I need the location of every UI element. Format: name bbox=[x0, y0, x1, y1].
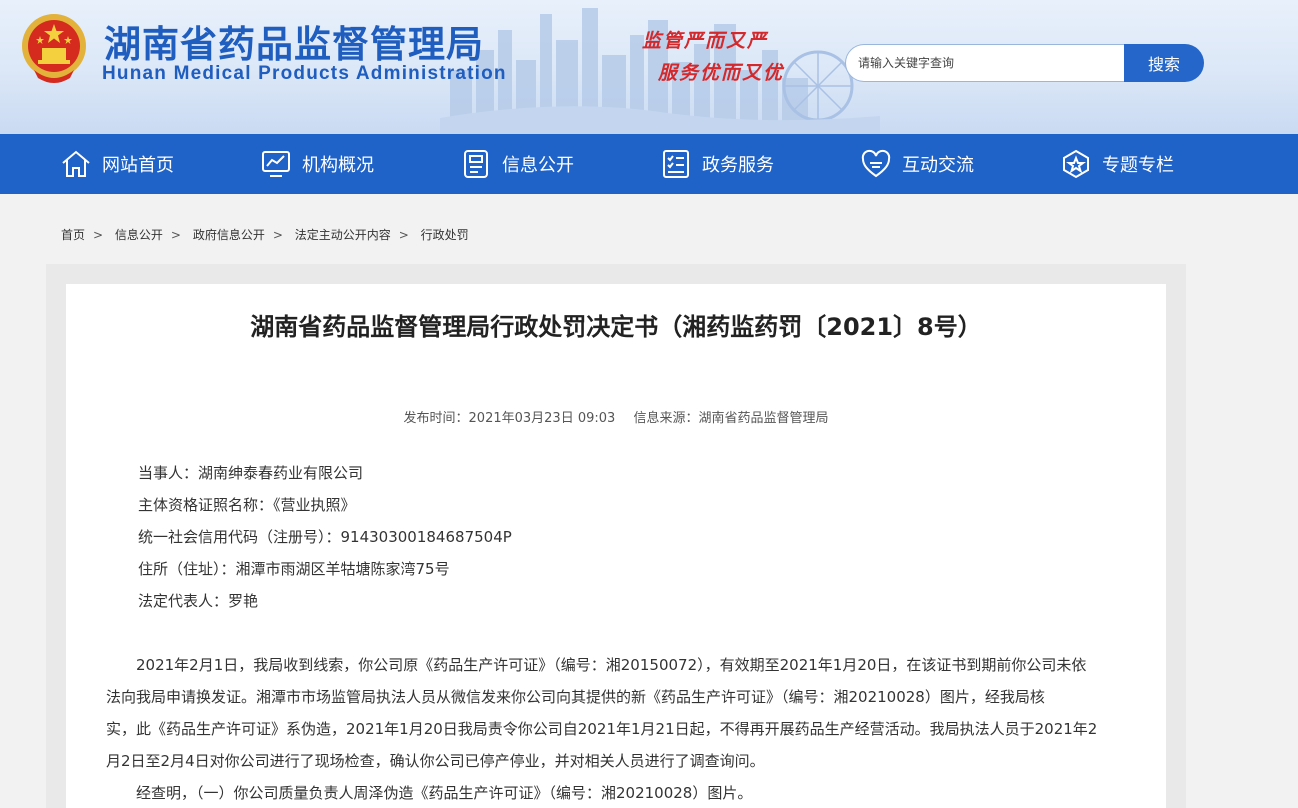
nav-label: 政务服务 bbox=[702, 155, 774, 176]
nav-item-gov-service[interactable]: 政务服务 bbox=[660, 134, 774, 194]
field-legal-rep: 法定代表人：罗艳 bbox=[138, 592, 259, 610]
main-nav: 网站首页 机构概况 信息公开 政务服务 互动交流 专题专栏 bbox=[0, 134, 1298, 194]
paragraph-line: 2021年2月1日，我局收到线索，你公司原《药品生产许可证》（编号：湘20150… bbox=[106, 656, 1087, 674]
publish-time: 发布时间：2021年03月23日 09:03 bbox=[403, 411, 616, 426]
breadcrumb: 首页 > 信息公开 > 政府信息公开 > 法定主动公开内容 > 行政处罚 bbox=[61, 226, 469, 243]
field-credit-code: 统一社会信用代码（注册号）：91430300184687504P bbox=[138, 528, 512, 546]
nav-item-interaction[interactable]: 互动交流 bbox=[860, 134, 974, 194]
nav-label: 网站首页 bbox=[102, 155, 174, 176]
paragraph-line: 月2日至2月4日对你公司进行了现场检查，确认你公司已停产停业，并对相关人员进行了… bbox=[106, 752, 765, 770]
nav-item-about[interactable]: 机构概况 bbox=[260, 134, 374, 194]
site-subtitle: Hunan Medical Products Administration bbox=[102, 63, 507, 84]
breadcrumb-separator: > bbox=[398, 228, 409, 242]
nav-label: 机构概况 bbox=[302, 155, 374, 176]
nav-label: 信息公开 bbox=[502, 155, 574, 176]
breadcrumb-link[interactable]: 信息公开 bbox=[115, 228, 163, 242]
national-emblem-icon bbox=[22, 14, 86, 83]
breadcrumb-link[interactable]: 法定主动公开内容 bbox=[295, 228, 391, 242]
monitor-chart-icon bbox=[262, 151, 290, 177]
info-source: 信息来源：湖南省药品监督管理局 bbox=[633, 411, 829, 426]
breadcrumb-link[interactable]: 政府信息公开 bbox=[193, 228, 265, 242]
breadcrumb-separator: > bbox=[93, 228, 104, 242]
nav-item-special[interactable]: 专题专栏 bbox=[1060, 134, 1174, 194]
field-address: 住所（住址）：湘潭市雨湖区羊牯塘陈家湾75号 bbox=[138, 560, 450, 578]
breadcrumb-link[interactable]: 首页 bbox=[61, 228, 85, 242]
paragraph-line: 实，此《药品生产许可证》系伪造，2021年1月20日我局责令你公司自2021年1… bbox=[106, 720, 1098, 738]
search-input[interactable] bbox=[845, 44, 1125, 82]
paragraph-line: 法向我局申请换发证。湘潭市市场监管局执法人员从微信发来你公司向其提供的新《药品生… bbox=[106, 688, 1045, 706]
article-meta: 发布时间：2021年03月23日 09:03 信息来源：湖南省药品监督管理局 bbox=[0, 407, 1232, 426]
heart-chat-icon bbox=[861, 149, 891, 178]
site-title: 湖南省药品监督管理局 bbox=[104, 23, 484, 66]
slogan-line-2: 服务优而又优 bbox=[658, 62, 785, 84]
home-icon bbox=[62, 150, 90, 177]
nav-item-info-public[interactable]: 信息公开 bbox=[460, 134, 574, 194]
breadcrumb-link[interactable]: 行政处罚 bbox=[421, 228, 469, 242]
nav-label: 互动交流 bbox=[902, 155, 974, 176]
slogan-line-1: 监管严而又严 bbox=[642, 30, 769, 52]
field-party: 当事人：湖南绅泰春药业有限公司 bbox=[138, 464, 364, 482]
search-button[interactable]: 搜索 bbox=[1124, 44, 1204, 82]
checklist-icon bbox=[663, 150, 689, 178]
breadcrumb-separator: > bbox=[170, 228, 181, 242]
star-badge-icon bbox=[1063, 149, 1089, 179]
nav-label: 专题专栏 bbox=[1102, 155, 1174, 176]
article-title: 湖南省药品监督管理局行政处罚决定书（湘药监药罚〔2021〕8号） bbox=[250, 313, 982, 341]
site-header: 湖南省药品监督管理局 Hunan Medical Products Admini… bbox=[0, 0, 1298, 134]
document-icon bbox=[464, 150, 488, 178]
nav-item-home[interactable]: 网站首页 bbox=[60, 134, 174, 194]
breadcrumb-separator: > bbox=[272, 228, 283, 242]
field-license-name: 主体资格证照名称：《营业执照》 bbox=[138, 496, 356, 514]
paragraph-line: 经查明，（一）你公司质量负责人周泽伪造《药品生产许可证》（编号：湘2021002… bbox=[106, 784, 753, 802]
